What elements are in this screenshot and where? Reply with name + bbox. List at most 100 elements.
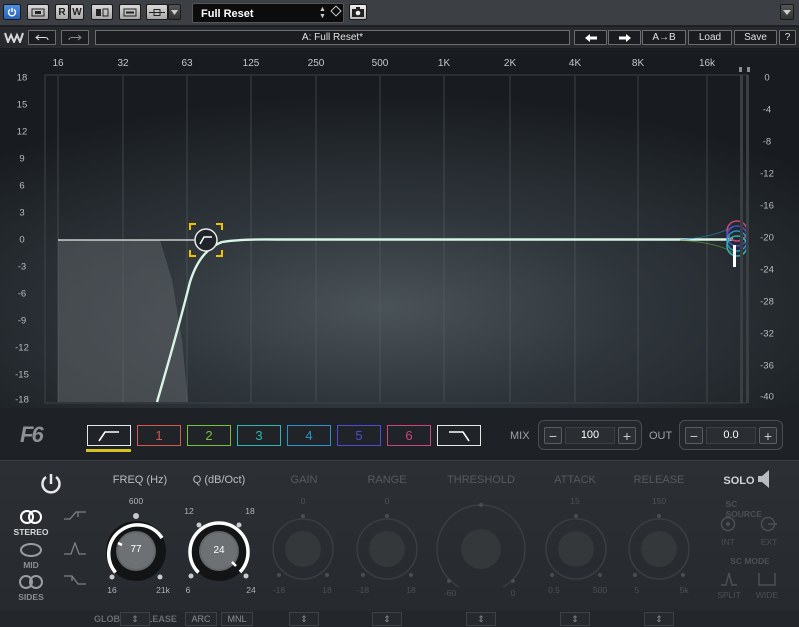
shelf-shape-icon[interactable]: [64, 509, 86, 523]
freq-label: 500: [371, 58, 389, 69]
preset-selector[interactable]: Full Reset ▲ ▼: [192, 3, 344, 23]
cut-shape-icon[interactable]: [64, 573, 86, 587]
release-mode-select[interactable]: ⇕: [644, 612, 674, 626]
preset-title[interactable]: A: Full Reset*: [95, 30, 570, 45]
chevron-down-icon: [171, 9, 178, 15]
range-knob[interactable]: [351, 513, 423, 585]
out-decrement-button[interactable]: −: [685, 427, 703, 444]
attack-mode-select[interactable]: ⇕: [560, 612, 590, 626]
mix-decrement-button[interactable]: −: [544, 427, 562, 444]
freq-label: 32: [117, 58, 129, 69]
solo-label[interactable]: SOLO: [723, 475, 754, 487]
q-label: Q (dB/Oct): [192, 474, 246, 486]
eq-response-curve: [155, 238, 733, 403]
mix-increment-button[interactable]: +: [618, 427, 636, 444]
write-button[interactable]: W: [70, 4, 84, 20]
range-mode-select[interactable]: ⇕: [372, 612, 402, 626]
host-menu-button[interactable]: [780, 4, 794, 20]
meter-clip-right: [747, 67, 750, 72]
range-top-label: 0: [384, 496, 390, 506]
waves-toolbar: A: Full Reset* A→B Load Save ?: [0, 27, 799, 49]
freq-label: 16k: [698, 58, 716, 69]
band-3-button[interactable]: 3: [237, 425, 281, 446]
band-power-icon[interactable]: [39, 472, 63, 496]
freq-value[interactable]: 77: [130, 544, 141, 555]
save-button[interactable]: Save: [734, 30, 777, 45]
sc-ext-icon[interactable]: [760, 516, 778, 532]
settings-button[interactable]: [119, 4, 141, 20]
gain-label: GAIN: [290, 474, 318, 486]
power-button[interactable]: [3, 4, 21, 20]
compare-button[interactable]: [91, 4, 113, 20]
band-4-button[interactable]: 4: [287, 425, 331, 446]
sides-icon[interactable]: [18, 574, 44, 590]
threshold-mode-select[interactable]: ⇕: [466, 612, 496, 626]
a-to-b-button[interactable]: A→B: [642, 30, 686, 45]
out-stepper[interactable]: − 0.0 +: [679, 420, 783, 450]
sc-int-icon[interactable]: [720, 516, 736, 532]
q-value[interactable]: 24: [213, 545, 224, 556]
gain-label: 3: [19, 207, 25, 219]
mix-value[interactable]: 100: [565, 427, 615, 444]
arc-button[interactable]: ARC: [185, 612, 217, 626]
attack-max-label: 500: [592, 585, 608, 595]
attack-knob[interactable]: [540, 513, 612, 585]
stereo-label[interactable]: STEREO: [14, 527, 49, 537]
gain-label: -9: [17, 315, 27, 327]
stereo-icon[interactable]: [18, 509, 44, 525]
preset-arrows-icon[interactable]: ▲ ▼: [319, 6, 326, 20]
routing-button[interactable]: [146, 4, 168, 20]
out-value[interactable]: 0.0: [706, 427, 756, 444]
band-5-button[interactable]: 5: [337, 425, 381, 446]
release-min-label: 5: [634, 585, 640, 595]
bypass-button[interactable]: [27, 4, 49, 20]
help-button[interactable]: ?: [779, 30, 796, 45]
redo-button[interactable]: [61, 30, 89, 45]
sc-wide-icon[interactable]: [758, 571, 776, 587]
meter-label: -28: [760, 296, 774, 308]
freq-mode-select[interactable]: ⇕: [120, 612, 150, 626]
band-low-cut-button[interactable]: [87, 425, 131, 446]
mid-icon[interactable]: [18, 542, 44, 558]
mix-stepper[interactable]: − 100 +: [538, 420, 642, 450]
routing-dropdown[interactable]: [168, 4, 181, 20]
next-preset-button[interactable]: [608, 30, 641, 45]
attack-min-label: 0.5: [548, 585, 560, 595]
load-button[interactable]: Load: [688, 30, 732, 45]
camera-icon: [352, 7, 364, 17]
eq-curve-canvas[interactable]: [0, 50, 799, 408]
low-cut-node[interactable]: [189, 223, 223, 257]
preset-name: Full Reset: [201, 8, 254, 20]
threshold-knob[interactable]: [433, 491, 529, 587]
speaker-icon[interactable]: [757, 469, 773, 489]
mnl-button[interactable]: MNL: [221, 612, 253, 626]
mix-label: MIX: [510, 430, 530, 442]
band-6-button[interactable]: 6: [387, 425, 431, 446]
gain-label: 9: [19, 153, 25, 165]
read-button[interactable]: R: [55, 4, 69, 20]
sc-split-icon[interactable]: [720, 571, 738, 587]
gain-knob[interactable]: [267, 513, 339, 585]
sides-label[interactable]: SIDES: [18, 592, 44, 602]
output-meter-left: [740, 75, 743, 403]
band-1-button[interactable]: 1: [137, 425, 181, 446]
release-max-label: 5k: [679, 585, 689, 595]
preset-diamond-icon[interactable]: [330, 5, 342, 17]
range-min-label: -18: [356, 585, 370, 595]
mid-label[interactable]: MID: [23, 560, 39, 570]
high-cut-icon: [449, 430, 470, 441]
meter-level: [733, 245, 736, 267]
snapshot-button[interactable]: [349, 4, 367, 20]
undo-button[interactable]: [28, 30, 56, 45]
band-2-button[interactable]: 2: [187, 425, 231, 446]
previous-preset-button[interactable]: [574, 30, 607, 45]
bell-shape-icon[interactable]: [64, 542, 86, 556]
band-high-cut-button[interactable]: [437, 425, 481, 446]
release-knob[interactable]: [623, 513, 695, 585]
eq-graph[interactable]: 16 32 63 125 250 500 1K 2K 4K 8K 16k 18 …: [0, 50, 799, 408]
gain-mode-select[interactable]: ⇕: [289, 612, 319, 626]
threshold-max-label: 0: [510, 588, 516, 598]
meter-label: -20: [760, 232, 774, 244]
gain-label: -3: [17, 261, 27, 273]
out-increment-button[interactable]: +: [759, 427, 777, 444]
